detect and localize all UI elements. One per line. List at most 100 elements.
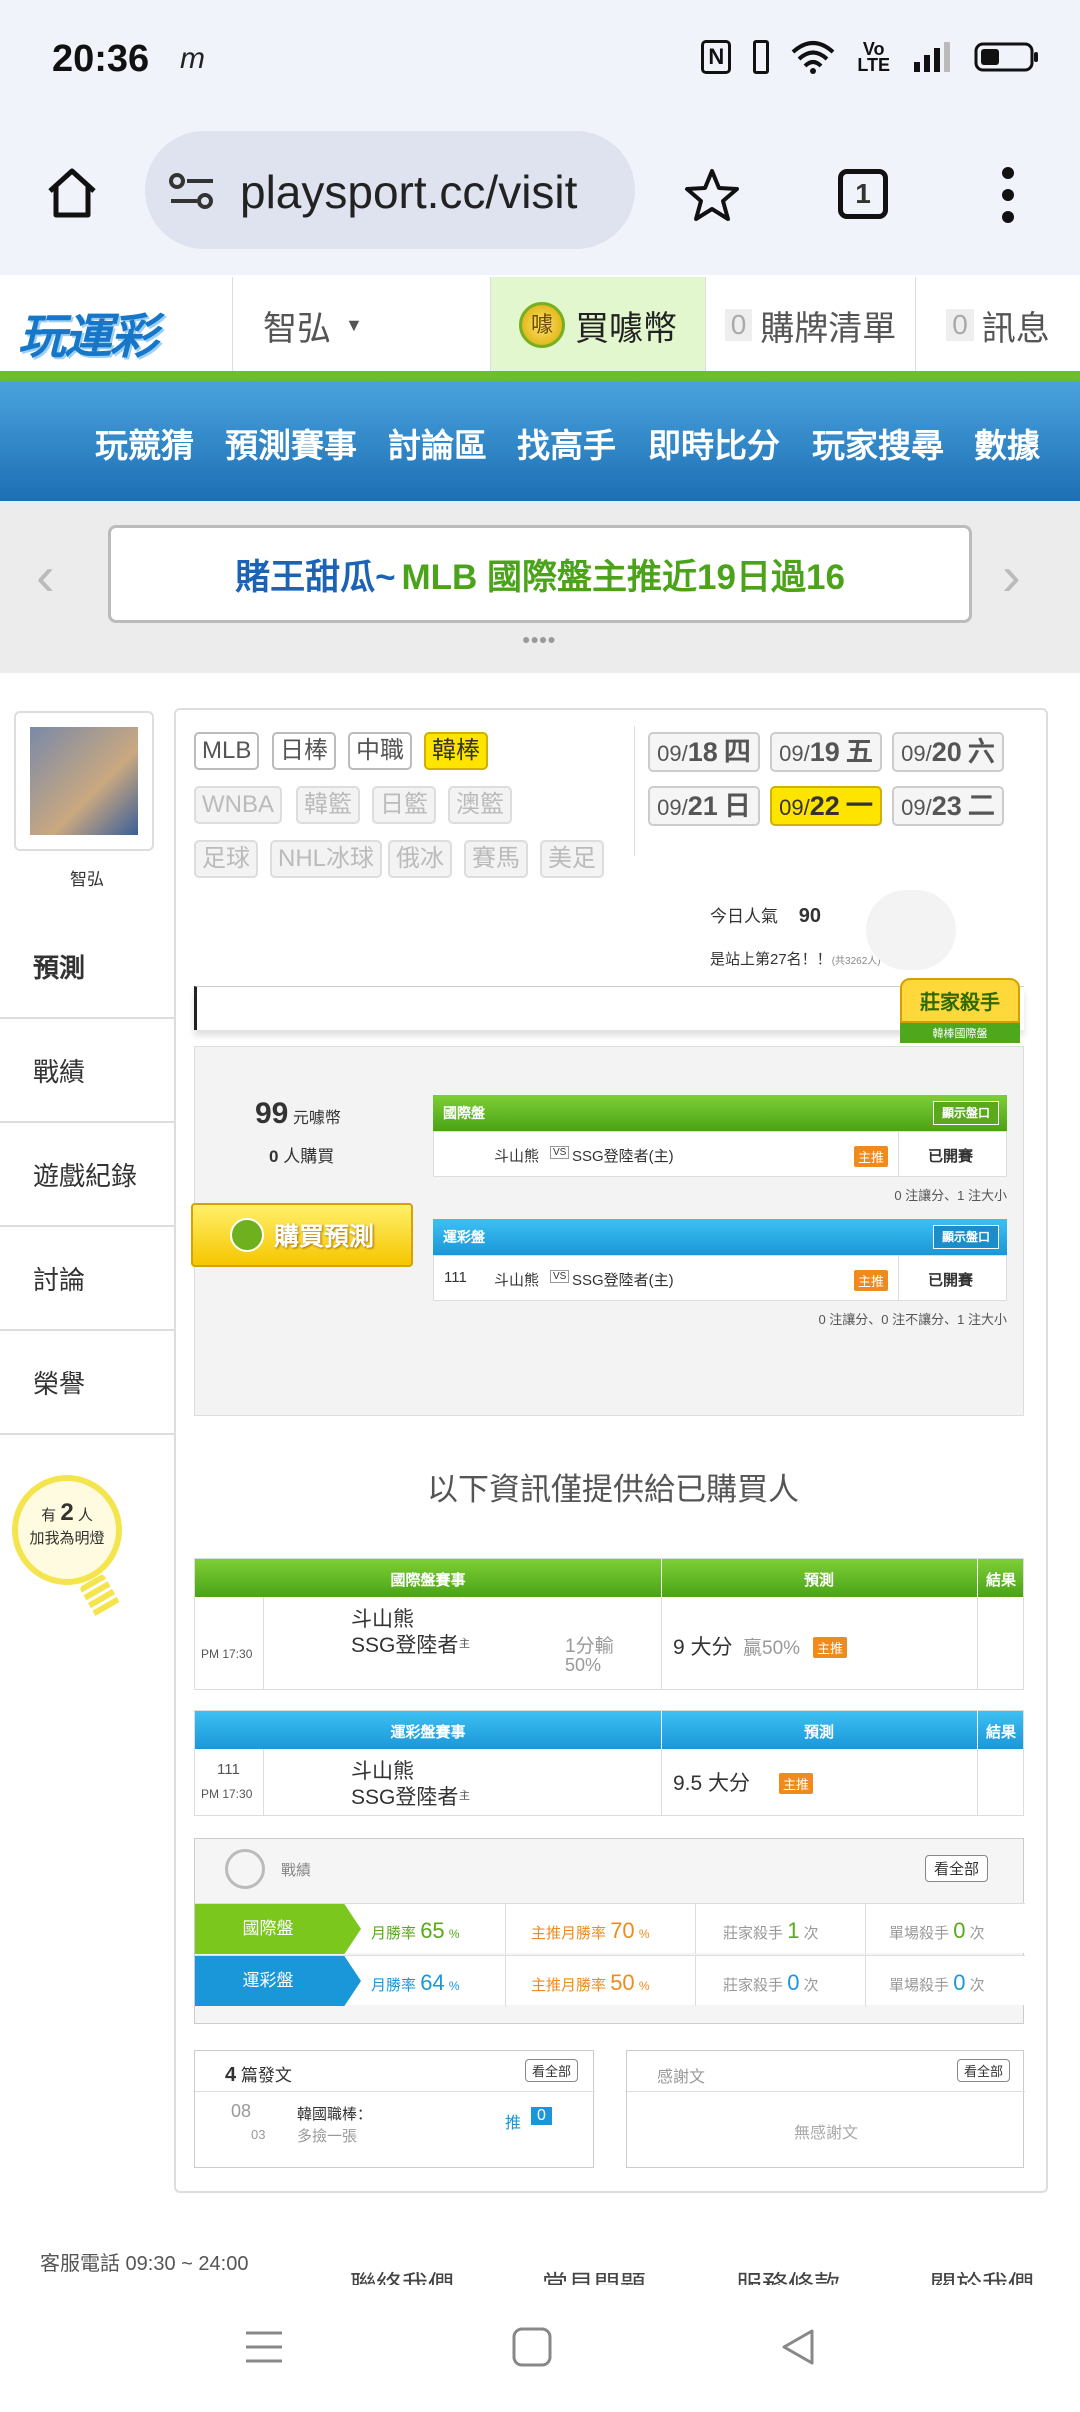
site-header: 玩運彩 智弘 ▼ 噱 買噱幣 0 購牌清單 0 訊息 (0, 277, 1080, 373)
main-panel: MLB 日棒 中職 韓棒 WNBA 韓籃 日籃 澳籃 足球 NHL冰球 俄冰 賽… (174, 708, 1048, 2193)
host-tag: 主推 (779, 1773, 814, 1794)
col-result: 結果 (985, 1724, 1016, 1741)
record-view-all-button[interactable]: 看全部 (925, 1855, 989, 1882)
date-day: 23 (931, 791, 962, 821)
site-logo[interactable]: 玩運彩 (18, 297, 158, 367)
host-tag: 主推 (813, 1637, 848, 1658)
nav-item-player-search[interactable]: 玩家搜尋 (812, 419, 944, 467)
date-weekday: 六 (967, 737, 995, 767)
date-0920[interactable]: 09/20 六 (892, 732, 1004, 772)
browser-toolbar: playsport.cc/visit 1 (0, 125, 1080, 275)
home-team: SSG登陸者 (351, 1786, 459, 1809)
main-nav: 玩競猜 預測賽事 討論區 找高手 即時比分 玩家搜尋 數據 (0, 381, 1080, 501)
league-cpbl[interactable]: 中職 (348, 732, 412, 770)
post-day: 03 (251, 2127, 266, 2142)
chevron-left-icon[interactable]: ‹ (36, 543, 55, 608)
back-icon[interactable] (776, 2325, 820, 2369)
unit: 次 (969, 1925, 985, 1942)
date-prefix: 09/ (657, 741, 688, 766)
league-horse[interactable]: 賽馬 (464, 840, 528, 878)
banner-card[interactable]: 賭王甜瓜~ MLB 國際盤主推近19日過16 (108, 525, 972, 623)
sidebar-item-predict[interactable]: 預測 (0, 915, 174, 1019)
chevron-right-icon[interactable]: › (1002, 543, 1021, 608)
header-divider (0, 371, 1080, 381)
show-odds-button[interactable]: 顯示盤口 (932, 1225, 999, 1249)
signal-icon (914, 42, 950, 72)
recent-apps-icon[interactable] (242, 2325, 286, 2369)
league-npb[interactable]: 日棒 (272, 732, 336, 770)
volte-icon: Vo LTE (857, 39, 890, 75)
posts-label: 篇發文 (240, 2066, 292, 2085)
league-jbl[interactable]: 日籃 (372, 786, 436, 824)
league-nbl[interactable]: 澳籃 (448, 786, 512, 824)
messages-label: 訊息 (981, 309, 1050, 348)
post-item[interactable]: 08 03 韓國職棒： 多撿一張 推 0 (205, 2101, 585, 2151)
posts-view-all-button[interactable]: 看全部 (525, 2059, 579, 2082)
league-nfl[interactable]: 美足 (540, 840, 604, 878)
home-icon[interactable] (42, 163, 102, 223)
site-settings-icon[interactable] (167, 171, 219, 211)
home-team: SSG登陸者 (351, 1634, 459, 1657)
sidebar-item-honor[interactable]: 榮譽 (0, 1331, 174, 1435)
nav-item-data[interactable]: 數據 (974, 419, 1040, 467)
tab-switcher-button[interactable]: 1 (838, 169, 888, 219)
nav-item-live-score[interactable]: 即時比分 (648, 419, 780, 467)
date-0923[interactable]: 09/23 二 (892, 786, 1004, 826)
more-menu-icon[interactable] (990, 163, 1026, 227)
sidebar-item-discuss[interactable]: 討論 (0, 1227, 174, 1331)
buyers: 0 人購買 (269, 1142, 334, 1167)
star-icon[interactable] (682, 165, 742, 225)
record-row-intl: 國際盤 月勝率 65 % 主推月勝率 70 % 莊家殺手 1 次 單場殺手 0 … (195, 1903, 1025, 1954)
game-time: PM 17:30 (201, 1647, 253, 1661)
league-kbo[interactable]: 韓棒 (424, 732, 488, 770)
nav-item-experts[interactable]: 找高手 (517, 419, 616, 467)
nav-item-predict[interactable]: 預測賽事 (225, 419, 357, 467)
price-unit: 元噱幣 (292, 1110, 341, 1127)
posts-panel: 4 篇發文 看全部 08 03 韓國職棒： 多撿一張 推 0 (194, 2050, 595, 2168)
avatar[interactable] (14, 711, 154, 851)
col-game: 國際盤賽事 (390, 1572, 466, 1589)
fan-bulb[interactable]: 有 2 人 加我為明燈 (12, 1475, 122, 1585)
rank-note: (共3262人) (831, 956, 881, 967)
show-odds-button[interactable]: 顯示盤口 (932, 1101, 999, 1125)
buy-prediction-button[interactable]: 購買預測 (191, 1203, 413, 1267)
date-day: 18 (687, 737, 718, 767)
lottery-header: 運彩盤 (443, 1229, 485, 1245)
league-kbl[interactable]: 韓籃 (296, 786, 360, 824)
league-soccer[interactable]: 足球 (194, 840, 258, 878)
url-text[interactable]: playsport.cc/visit (240, 165, 620, 219)
record-section: 戰績 看全部 國際盤 月勝率 65 % 主推月勝率 70 % 莊家殺手 1 次 … (194, 1838, 1025, 2024)
user-menu[interactable]: 智弘 ▼ (232, 277, 490, 373)
record-row-lottery: 運彩盤 月勝率 64 % 主推月勝率 50 % 莊家殺手 0 次 單場殺手 0 … (195, 1955, 1025, 2006)
col-game: 運彩盤賽事 (390, 1724, 466, 1741)
league-wnba[interactable]: WNBA (194, 786, 282, 824)
unit: 次 (803, 1925, 819, 1942)
date-0922[interactable]: 09/22 一 (770, 786, 882, 826)
record-row-name: 運彩盤 (195, 1956, 361, 2006)
league-mlb[interactable]: MLB (194, 732, 260, 770)
buy-prediction-label: 購買預測 (273, 1223, 374, 1251)
rank-label: 是站上第27名！！ (710, 951, 832, 968)
prediction-box: 99 元噱幣 0 人購買 購買預測 國際盤 顯示盤口 斗山熊 VS SSG登陸者… (191, 1046, 1024, 1416)
date-0918[interactable]: 09/18 四 (648, 732, 760, 772)
league-nhl[interactable]: NHL冰球 (270, 840, 383, 878)
address-bar[interactable]: playsport.cc/visit (145, 131, 635, 249)
killer-sub: 韓棒國際盤 (900, 1023, 1020, 1043)
date-0921[interactable]: 09/21 日 (648, 786, 760, 826)
nav-item-guess[interactable]: 玩競猜 (95, 419, 194, 467)
home-nav-icon[interactable] (510, 2325, 554, 2369)
intl-away: 斗山熊 (494, 1148, 540, 1165)
nav-item-forum[interactable]: 討論區 (388, 419, 487, 467)
date-0919[interactable]: 09/19 五 (770, 732, 882, 772)
buyers-unit: 人購買 (283, 1147, 335, 1166)
pct: % (448, 1979, 460, 1993)
sidebar-item-record[interactable]: 戰績 (0, 1019, 174, 1123)
thanks-view-all-button[interactable]: 看全部 (957, 2059, 1011, 2082)
messages-button[interactable]: 0 訊息 (915, 277, 1080, 373)
league-khl[interactable]: 俄冰 (388, 840, 452, 878)
rate-label: 月勝率 (371, 1977, 417, 1994)
buy-coins-button[interactable]: 噱 買噱幣 (490, 277, 705, 373)
sidebar-item-history[interactable]: 遊戲紀錄 (0, 1123, 174, 1227)
date-day: 20 (931, 737, 962, 767)
cart-button[interactable]: 0 購牌清單 (705, 277, 915, 373)
